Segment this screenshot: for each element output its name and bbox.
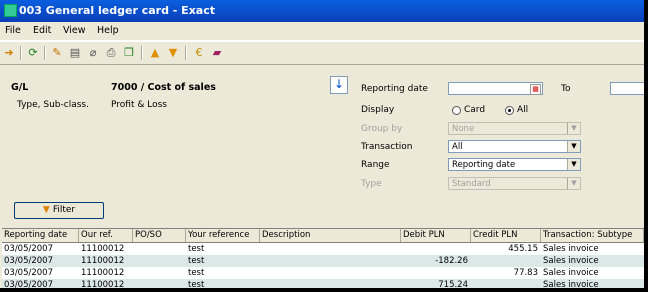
range-label: Range — [361, 160, 390, 170]
cell-reporting-date: 03/05/2007 — [4, 280, 53, 288]
type-select: Standard ▼ — [448, 177, 581, 190]
column-header-our-ref[interactable]: Our ref. — [79, 229, 133, 242]
document-icon[interactable]: ▤ — [68, 46, 82, 59]
column-header-reporting-date[interactable]: Reporting date — [2, 229, 79, 242]
cell-reporting-date: 03/05/2007 — [4, 244, 53, 254]
toolbar-separator — [44, 46, 46, 60]
reporting-date-to-field[interactable] — [610, 82, 644, 95]
to-label: To — [561, 84, 571, 94]
title-bar: 003 General ledger card - Exact — [0, 0, 644, 22]
menu-bar: File Edit View Help — [0, 22, 644, 41]
group-by-label: Group by — [361, 124, 403, 134]
range-value: Reporting date — [452, 160, 516, 170]
cell-debit: -182.26 — [435, 256, 468, 266]
reporting-date-from-field[interactable]: ▦ — [448, 82, 543, 95]
cell-credit: 77.83 — [513, 268, 538, 278]
reporting-date-label: Reporting date — [361, 84, 428, 94]
transactions-table: Reporting date Our ref. PO/SO Your refer… — [2, 228, 644, 288]
transaction-select[interactable]: All ▼ — [448, 140, 581, 153]
toolbar-separator — [185, 46, 187, 60]
cell-debit — [401, 243, 468, 255]
display-card-radio[interactable] — [452, 106, 461, 115]
cell-debit — [401, 267, 468, 279]
cell-reporting-date: 03/05/2007 — [4, 268, 53, 278]
menu-help[interactable]: Help — [97, 25, 119, 36]
filter-panel: G/L 7000 / Cost of sales Type, Sub-class… — [0, 65, 644, 222]
app-icon — [4, 4, 17, 17]
scroll-down-button[interactable]: ↓ — [330, 76, 348, 94]
type-value: Standard — [452, 179, 491, 189]
cell-our-ref: 11100012 — [81, 244, 125, 254]
cell-our-ref: 11100012 — [81, 268, 125, 278]
cell-your-reference: test — [188, 244, 205, 254]
chevron-down-icon[interactable]: ▼ — [567, 141, 580, 152]
edit-icon[interactable]: ✎ — [50, 46, 64, 59]
open-icon[interactable]: ➜ — [2, 46, 16, 59]
display-all-radio[interactable] — [505, 106, 514, 115]
table-row[interactable]: 03/05/2007 11100012 test 715.24 Sales in… — [2, 279, 644, 288]
cell-debit: 715.24 — [438, 280, 468, 288]
down-arrow-icon[interactable]: ▼ — [166, 46, 180, 59]
chevron-down-icon: ▼ — [567, 178, 580, 189]
column-header-debit[interactable]: Debit PLN — [401, 229, 471, 242]
type-subclass-value: Profit & Loss — [111, 100, 167, 110]
filter-button[interactable]: ▼ Filter — [14, 202, 104, 219]
cell-transaction-subtype: Sales invoice — [543, 280, 599, 288]
cell-your-reference: test — [188, 268, 205, 278]
cell-reporting-date: 03/05/2007 — [4, 256, 53, 266]
cell-our-ref: 11100012 — [81, 280, 125, 288]
ledger-card-window: 003 General ledger card - Exact File Edi… — [0, 0, 644, 288]
cell-transaction-subtype: Sales invoice — [543, 268, 599, 278]
toolbar-separator — [141, 46, 143, 60]
filter-button-label: Filter — [52, 205, 76, 215]
menu-edit[interactable]: Edit — [33, 25, 51, 36]
calendar-icon[interactable]: ▦ — [530, 84, 541, 95]
group-by-value: None — [452, 124, 475, 134]
transaction-value: All — [452, 142, 463, 152]
table-row[interactable]: 03/05/2007 11100012 test 77.83 Sales inv… — [2, 267, 644, 279]
cell-credit — [471, 279, 538, 288]
column-header-po-so[interactable]: PO/SO — [133, 229, 186, 242]
cell-your-reference: test — [188, 256, 205, 266]
display-label: Display — [361, 105, 395, 115]
group-by-select: None ▼ — [448, 122, 581, 135]
table-header: Reporting date Our ref. PO/SO Your refer… — [2, 229, 644, 243]
menu-file[interactable]: File — [5, 25, 21, 36]
toolbar-separator — [20, 46, 22, 60]
cell-our-ref: 11100012 — [81, 256, 125, 266]
menu-view[interactable]: View — [63, 25, 86, 36]
transaction-label: Transaction — [361, 142, 413, 152]
range-select[interactable]: Reporting date ▼ — [448, 158, 581, 171]
column-header-credit[interactable]: Credit PLN — [471, 229, 541, 242]
cell-your-reference: test — [188, 280, 205, 288]
toolbar: ➜ ⟳ ✎ ▤ ⌀ ⎙ ❐ ▲ ▼ € ▰ — [0, 41, 644, 65]
type-label: Type — [361, 179, 382, 189]
cell-credit — [471, 255, 538, 267]
gl-value: 7000 / Cost of sales — [111, 82, 216, 93]
window-title: 003 General ledger card - Exact — [19, 4, 215, 17]
table-row[interactable]: 03/05/2007 11100012 test 455.15 Sales in… — [2, 243, 644, 255]
gl-label: G/L — [11, 82, 29, 93]
up-arrow-icon[interactable]: ▲ — [148, 46, 162, 59]
column-header-description[interactable]: Description — [260, 229, 401, 242]
print-icon[interactable]: ⎙ — [104, 46, 118, 59]
column-header-transaction-subtype[interactable]: Transaction: Subtype — [541, 229, 644, 242]
cell-transaction-subtype: Sales invoice — [543, 256, 599, 266]
cell-credit: 455.15 — [508, 244, 538, 254]
funnel-icon: ▼ — [42, 205, 50, 215]
chevron-down-icon: ▼ — [567, 123, 580, 134]
refresh-icon[interactable]: ⟳ — [26, 46, 40, 59]
copy-icon[interactable]: ❐ — [122, 46, 136, 59]
book-icon[interactable]: ▰ — [210, 46, 224, 59]
attach-icon[interactable]: ⌀ — [86, 46, 100, 59]
display-card-label: Card — [464, 105, 486, 115]
currency-icon[interactable]: € — [192, 46, 206, 59]
table-row[interactable]: 03/05/2007 11100012 test -182.26 Sales i… — [2, 255, 644, 267]
cell-transaction-subtype: Sales invoice — [543, 244, 599, 254]
column-header-your-reference[interactable]: Your reference — [186, 229, 260, 242]
type-subclass-label: Type, Sub-class. — [17, 100, 89, 110]
chevron-down-icon[interactable]: ▼ — [567, 159, 580, 170]
display-all-label: All — [517, 105, 529, 115]
